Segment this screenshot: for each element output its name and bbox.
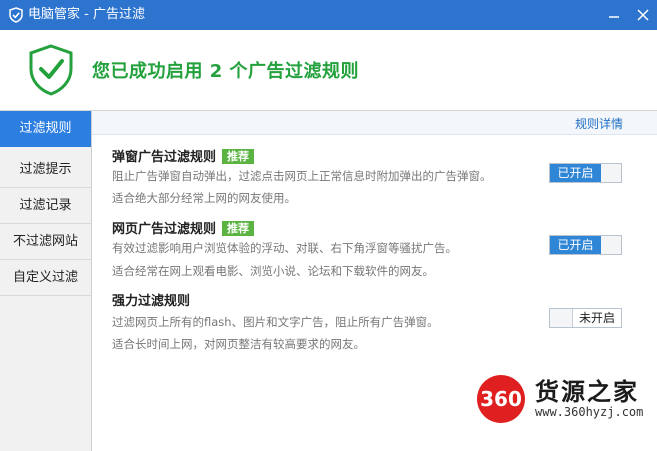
rule-desc-strong-2: 适合长时间上网，对网页整洁有较高要求的网友。 <box>112 337 365 351</box>
toggle-strong-rule[interactable]: 未开启 <box>549 308 622 328</box>
title-bar: 电脑管家 - 广告过滤 <box>0 0 657 30</box>
360-logo: 360 <box>477 375 525 423</box>
sidebar-item-filter-tips[interactable]: 过滤提示 <box>0 152 91 188</box>
app-shield-icon <box>9 7 23 23</box>
sidebar-item-filter-log[interactable]: 过滤记录 <box>0 188 91 224</box>
watermark-brand: 货源之家 <box>535 377 639 406</box>
rule-title-label: 网页广告过滤规则 <box>112 222 217 237</box>
rule-desc-popup-2: 适合绝大部分经常上网的网友使用。 <box>112 191 296 205</box>
rule-desc-webpage-1: 有效过滤影响用户浏览体验的浮动、对联、右下角浮窗等骚扰广告。 <box>112 241 457 255</box>
toggle-webpage-rule[interactable]: 已开启 <box>549 235 622 255</box>
shield-check-icon <box>29 44 73 96</box>
toggle-state-label: 已开启 <box>550 236 601 254</box>
sidebar-item-filter-rules[interactable]: 过滤规则 <box>0 111 91 147</box>
close-button[interactable] <box>629 0 657 30</box>
rule-title-label: 强力过滤规则 <box>112 294 191 309</box>
toggle-knob <box>550 309 573 327</box>
sidebar-item-custom-filter[interactable]: 自定义过滤 <box>0 260 91 296</box>
toggle-state-label: 未开启 <box>573 309 621 327</box>
rule-title-webpage: 网页广告过滤规则 推荐 <box>112 218 255 237</box>
toggle-knob <box>601 164 621 182</box>
status-message: 您已成功启用 2 个广告过滤规则 <box>92 61 360 82</box>
toggle-popup-rule[interactable]: 已开启 <box>549 163 622 183</box>
rule-desc-strong-1: 过滤网页上所有的flash、图片和文字广告，阻止所有广告弹窗。 <box>112 315 439 329</box>
rule-title-label: 弹窗广告过滤规则 <box>112 150 217 165</box>
sidebar-item-whitelist[interactable]: 不过滤网站 <box>0 224 91 260</box>
rule-details-link[interactable]: 规则详情 <box>575 115 623 132</box>
window-title: 电脑管家 - 广告过滤 <box>28 7 145 22</box>
recommended-badge: 推荐 <box>222 221 255 236</box>
toggle-knob <box>601 236 621 254</box>
details-bar: 规则详情 <box>92 111 657 135</box>
rule-title-popup: 弹窗广告过滤规则 推荐 <box>112 146 255 165</box>
minimize-icon <box>609 16 619 18</box>
close-icon <box>637 9 649 21</box>
rule-desc-webpage-2: 适合经常在网上观看电影、浏览小说、论坛和下载软件的网友。 <box>112 264 434 278</box>
status-banner: 您已成功启用 2 个广告过滤规则 <box>0 30 657 111</box>
watermark-url: www.360hyzj.com <box>535 405 644 419</box>
sidebar: 过滤规则 过滤提示 过滤记录 不过滤网站 自定义过滤 <box>0 111 92 451</box>
recommended-badge: 推荐 <box>222 149 255 164</box>
toggle-state-label: 已开启 <box>550 164 601 182</box>
app-window: 电脑管家 - 广告过滤 您已成功启用 2 个广告过滤规则 过滤规则 过滤提示 过… <box>0 0 657 451</box>
rule-title-strong: 强力过滤规则 <box>112 290 190 309</box>
minimize-button[interactable] <box>600 0 628 30</box>
logo-text: 360 <box>480 387 522 411</box>
rule-desc-popup-1: 阻止广告弹窗自动弹出，过滤点击网页上正常信息时附加弹出的广告弹窗。 <box>112 169 492 183</box>
